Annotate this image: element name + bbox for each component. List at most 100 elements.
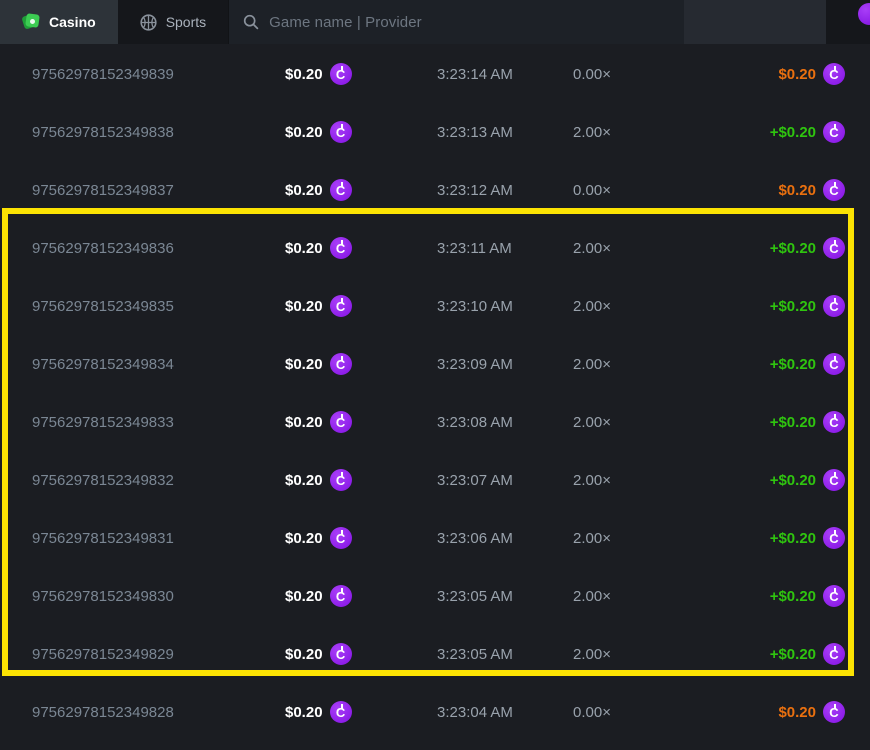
bet-id: 97562978152349837 <box>32 182 285 199</box>
bet-payout-cell: +$0.20 C <box>770 585 845 607</box>
crypto-coin-icon: C <box>330 643 352 665</box>
search-input[interactable]: Game name | Provider <box>228 0 684 44</box>
crypto-coin-icon: C <box>823 295 845 317</box>
bet-amount-cell: $0.20 C <box>285 701 437 723</box>
bet-row[interactable]: 97562978152349839 $0.20 C 3:23:14 AM 0.0… <box>0 45 870 103</box>
bet-time: 3:23:07 AM <box>437 472 573 489</box>
bet-payout-value: $0.20 <box>778 704 816 721</box>
bet-time: 3:23:05 AM <box>437 646 573 663</box>
bet-row[interactable]: 97562978152349828 $0.20 C 3:23:04 AM 0.0… <box>0 683 870 741</box>
bet-payout-cell: +$0.20 C <box>770 295 845 317</box>
bet-row[interactable]: 97562978152349830 $0.20 C 3:23:05 AM 2.0… <box>0 567 870 625</box>
bet-amount-value: $0.20 <box>285 646 323 663</box>
bet-multiplier: 2.00× <box>573 240 770 257</box>
bet-time: 3:23:13 AM <box>437 124 573 141</box>
bet-payout-cell: $0.20 C <box>778 63 845 85</box>
bet-time: 3:23:04 AM <box>437 704 573 721</box>
crypto-coin-icon: C <box>330 179 352 201</box>
crypto-coin-icon: C <box>823 469 845 491</box>
bet-multiplier: 2.00× <box>573 124 770 141</box>
bet-amount-value: $0.20 <box>285 414 323 431</box>
bet-amount-cell: $0.20 C <box>285 527 437 549</box>
crypto-coin-icon: C <box>823 411 845 433</box>
bet-payout-value: +$0.20 <box>770 646 816 663</box>
crypto-coin-icon: C <box>823 237 845 259</box>
crypto-coin-icon: C <box>330 237 352 259</box>
bet-payout-cell: $0.20 C <box>778 701 845 723</box>
bet-row[interactable]: 97562978152349838 $0.20 C 3:23:13 AM 2.0… <box>0 103 870 161</box>
bet-payout-cell: $0.20 C <box>778 179 845 201</box>
bet-row[interactable]: 97562978152349833 $0.20 C 3:23:08 AM 2.0… <box>0 393 870 451</box>
bet-payout-value: +$0.20 <box>770 414 816 431</box>
crypto-coin-icon: C <box>330 469 352 491</box>
bet-multiplier: 2.00× <box>573 588 770 605</box>
crypto-coin-icon: C <box>823 585 845 607</box>
bet-row[interactable]: 97562978152349834 $0.20 C 3:23:09 AM 2.0… <box>0 335 870 393</box>
bet-id: 97562978152349833 <box>32 414 285 431</box>
tab-casino-label: Casino <box>49 14 96 30</box>
bet-payout-cell: +$0.20 C <box>770 121 845 143</box>
bet-amount-value: $0.20 <box>285 530 323 547</box>
bet-multiplier: 2.00× <box>573 646 770 663</box>
bet-amount-cell: $0.20 C <box>285 469 437 491</box>
bet-id: 97562978152349829 <box>32 646 285 663</box>
bet-time: 3:23:08 AM <box>437 414 573 431</box>
crypto-coin-icon: C <box>330 411 352 433</box>
bet-id: 97562978152349828 <box>32 704 285 721</box>
crypto-coin-icon: C <box>823 643 845 665</box>
bet-amount-cell: $0.20 C <box>285 353 437 375</box>
bet-amount-value: $0.20 <box>285 588 323 605</box>
bet-multiplier: 0.00× <box>573 182 778 199</box>
bet-payout-cell: +$0.20 C <box>770 237 845 259</box>
bet-payout-value: +$0.20 <box>770 588 816 605</box>
bet-id: 97562978152349838 <box>32 124 285 141</box>
bet-multiplier: 2.00× <box>573 472 770 489</box>
bet-time: 3:23:06 AM <box>437 530 573 547</box>
bet-multiplier: 2.00× <box>573 356 770 373</box>
bet-id: 97562978152349830 <box>32 588 285 605</box>
bet-amount-value: $0.20 <box>285 124 323 141</box>
crypto-coin-icon: C <box>330 295 352 317</box>
bet-row[interactable]: 97562978152349832 $0.20 C 3:23:07 AM 2.0… <box>0 451 870 509</box>
bet-id: 97562978152349832 <box>32 472 285 489</box>
bet-amount-cell: $0.20 C <box>285 643 437 665</box>
bet-payout-value: $0.20 <box>778 182 816 199</box>
top-navigation-bar: Casino Sports Game name | Provider <box>0 0 870 44</box>
bet-amount-value: $0.20 <box>285 704 323 721</box>
bet-amount-value: $0.20 <box>285 472 323 489</box>
tab-sports-label: Sports <box>166 14 206 30</box>
bet-time: 3:23:05 AM <box>437 588 573 605</box>
bet-time: 3:23:12 AM <box>437 182 573 199</box>
bet-payout-value: $0.20 <box>778 66 816 83</box>
search-placeholder: Game name | Provider <box>269 14 422 31</box>
bet-amount-cell: $0.20 C <box>285 295 437 317</box>
bets-table: 97562978152349839 $0.20 C 3:23:14 AM 0.0… <box>0 45 870 741</box>
crypto-coin-icon: C <box>330 527 352 549</box>
tab-casino[interactable]: Casino <box>0 0 118 44</box>
bet-payout-value: +$0.20 <box>770 240 816 257</box>
bet-payout-value: +$0.20 <box>770 124 816 141</box>
crypto-coin-icon: C <box>823 701 845 723</box>
crypto-coin-icon: C <box>330 701 352 723</box>
header-right-panel <box>684 0 826 44</box>
bet-amount-cell: $0.20 C <box>285 411 437 433</box>
bet-amount-cell: $0.20 C <box>285 585 437 607</box>
casino-chip-icon <box>22 13 40 31</box>
bet-row[interactable]: 97562978152349837 $0.20 C 3:23:12 AM 0.0… <box>0 161 870 219</box>
bet-row[interactable]: 97562978152349835 $0.20 C 3:23:10 AM 2.0… <box>0 277 870 335</box>
bet-time: 3:23:11 AM <box>437 240 573 257</box>
bet-id: 97562978152349836 <box>32 240 285 257</box>
bet-id: 97562978152349834 <box>32 356 285 373</box>
bet-row[interactable]: 97562978152349831 $0.20 C 3:23:06 AM 2.0… <box>0 509 870 567</box>
bet-time: 3:23:14 AM <box>437 66 573 83</box>
crypto-coin-icon: C <box>823 527 845 549</box>
crypto-coin-icon: C <box>330 585 352 607</box>
bet-multiplier: 0.00× <box>573 704 778 721</box>
tab-sports[interactable]: Sports <box>118 0 228 44</box>
bet-amount-value: $0.20 <box>285 66 323 83</box>
bet-row[interactable]: 97562978152349829 $0.20 C 3:23:05 AM 2.0… <box>0 625 870 683</box>
bet-payout-value: +$0.20 <box>770 356 816 373</box>
crypto-coin-icon: C <box>330 121 352 143</box>
bet-row[interactable]: 97562978152349836 $0.20 C 3:23:11 AM 2.0… <box>0 219 870 277</box>
bet-payout-cell: +$0.20 C <box>770 411 845 433</box>
